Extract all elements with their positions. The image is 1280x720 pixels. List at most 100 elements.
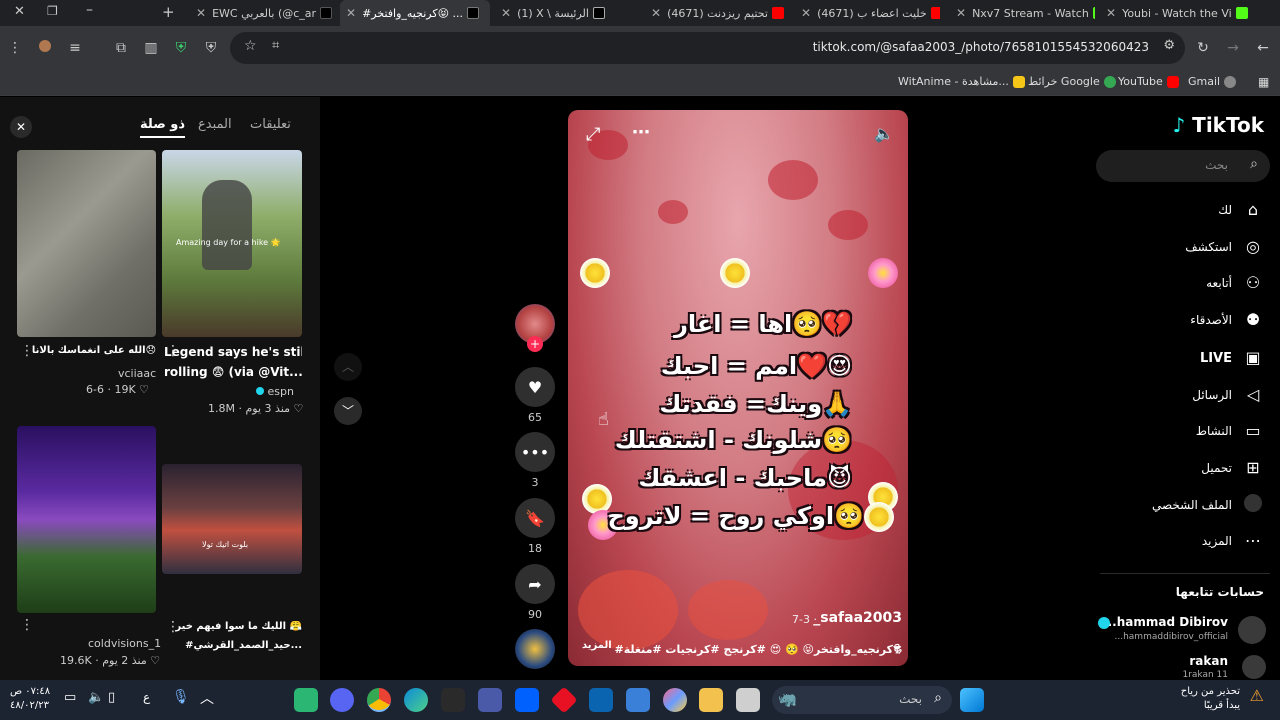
following-account[interactable]: rakan 1rakan 11 — [1090, 652, 1276, 680]
tab-kick-2[interactable]: ✕ Youbi - Watch the Vi — [1100, 0, 1250, 26]
tab-creator[interactable]: المبدع — [198, 117, 232, 132]
epic-games-icon[interactable] — [441, 688, 465, 712]
nav-activity[interactable]: النشاط ▭ — [1196, 420, 1264, 442]
close-tab-icon[interactable]: ✕ — [1106, 6, 1116, 20]
apps-icon[interactable]: ▦ — [1258, 75, 1269, 89]
more-dots-icon[interactable]: ⋯ — [632, 122, 650, 143]
extension-icon[interactable]: ≡ — [66, 39, 84, 57]
video-author[interactable]: vciiaac — [118, 367, 156, 380]
store-icon[interactable] — [626, 688, 650, 712]
menu-dots-icon[interactable]: ⋮ — [6, 39, 24, 57]
language-indicator[interactable]: ع — [143, 690, 150, 704]
back-icon[interactable]: ← — [1254, 39, 1272, 57]
nav-more[interactable]: المزيد ⋯ — [1202, 530, 1264, 552]
copilot-icon[interactable] — [663, 688, 687, 712]
video-caption[interactable]: الليك ما سوا فيهم خير 😤 — [164, 621, 302, 632]
video-caption[interactable]: #حيد_الصمد_القرشي... — [164, 640, 302, 651]
tab-youtube-2[interactable]: ✕ (4671) خليت اعضاء ب — [795, 0, 940, 26]
discord-icon[interactable] — [330, 688, 354, 712]
tab-kick-1[interactable]: ✕ Nxv7 Stream - Watch — [950, 0, 1095, 26]
app-icon[interactable] — [736, 688, 760, 712]
save-button[interactable]: 🔖 18 — [515, 498, 555, 555]
comment-icon[interactable]: ••• — [515, 432, 555, 472]
video-thumbnail[interactable] — [17, 426, 156, 613]
close-tab-icon[interactable]: ✕ — [801, 6, 811, 20]
windows-start-icon[interactable] — [960, 688, 984, 712]
microphone-icon[interactable]: 🎙 — [172, 689, 190, 705]
video-caption[interactable]: Legend says he's still — [164, 345, 302, 359]
taskbar-search-input[interactable]: 🦏 بحث ⌕ — [772, 686, 952, 714]
close-tab-icon[interactable]: ✕ — [346, 6, 356, 20]
clock[interactable]: ٠٧:٤٨ ص ٤٨/٠٢/٢٣ — [10, 685, 50, 713]
video-thumbnail[interactable]: Amazing day for a hike 🌟 — [162, 150, 302, 337]
search-icon[interactable]: ⌕ — [934, 690, 942, 706]
battery-icon[interactable]: ▭ — [64, 690, 76, 705]
close-icon[interactable]: ✕ — [10, 116, 32, 138]
video-caption[interactable]: rolling 😨 (via @Vit... — [164, 365, 302, 379]
tab-comments[interactable]: تعليقات — [250, 117, 291, 132]
more-link[interactable]: المزيد — [582, 640, 612, 651]
bookmark-icon[interactable]: 🔖 — [515, 498, 555, 538]
follow-plus-icon[interactable]: + — [527, 336, 543, 352]
more-options-icon[interactable]: ⋮ — [20, 617, 34, 633]
profile-icon[interactable] — [36, 39, 54, 57]
nav-live[interactable]: LIVE ▣ — [1200, 347, 1264, 369]
dropbox-icon[interactable] — [515, 688, 539, 712]
shield-icon[interactable]: ⛨ — [172, 39, 190, 57]
comment-button[interactable]: ••• 3 — [515, 432, 555, 489]
tiktok-logo[interactable]: ♪ TikTok — [1172, 113, 1264, 137]
close-tab-icon[interactable]: ✕ — [651, 6, 661, 20]
share-icon[interactable]: ➦ — [515, 564, 555, 604]
bookmark-gmail[interactable]: Gmail — [1188, 75, 1237, 88]
video-author[interactable]: coldvisions_1 — [88, 637, 161, 650]
file-explorer-icon[interactable] — [699, 688, 723, 712]
expand-icon[interactable]: ⤢ — [586, 124, 600, 145]
more-options-icon[interactable]: ⋮ — [166, 619, 180, 635]
nav-explore[interactable]: استكشف ◎ — [1185, 236, 1264, 258]
more-options-icon[interactable]: ⋮ — [166, 343, 180, 359]
video-caption[interactable]: الله على انغماسك بالانا😞 — [18, 345, 156, 356]
video-thumbnail[interactable]: بلوت اتيك تولا — [162, 464, 302, 574]
tab-ewc[interactable]: ✕ EWC بالعربي (@c_ar — [190, 0, 335, 26]
following-account[interactable]: ...hammad Dibirov ...hammaddibirov_offic… — [1090, 613, 1276, 645]
translate-icon[interactable]: ⌗ — [272, 38, 279, 53]
app-icon[interactable] — [478, 688, 502, 712]
heart-icon[interactable]: ♥ — [515, 367, 555, 407]
post-hashtags[interactable]: #كرنجيه_وافتخر😝 🥺 😍 #كرنجج #كرنجيات #منغ… — [614, 638, 902, 660]
outlook-icon[interactable] — [589, 688, 613, 712]
search-input[interactable]: ⌕ بحث — [1096, 150, 1270, 182]
tab-youtube-1[interactable]: ✕ (4671) تحتيم ريزدنت — [645, 0, 790, 26]
edge-icon[interactable] — [404, 688, 428, 712]
bookmark-youtube[interactable]: YouTube — [1118, 75, 1179, 88]
nav-friends[interactable]: الأصدقاء ⚉ — [1190, 309, 1264, 331]
tab-x[interactable]: ✕ (1) X \ الرئيسة — [495, 0, 635, 26]
site-settings-icon[interactable]: ⚙ — [1163, 38, 1175, 53]
creator-avatar[interactable]: + — [515, 304, 555, 352]
previous-video-button[interactable]: ︿ — [334, 353, 362, 381]
bookmark-witanime[interactable]: WitAnime - مشاهدة... — [898, 75, 1025, 88]
restore-window-icon[interactable]: ❐ — [47, 4, 58, 18]
url-text[interactable]: tiktok.com/@safaa2003_/photo/76581015545… — [813, 40, 1149, 54]
nav-messages[interactable]: الرسائل ◁ — [1192, 384, 1264, 406]
chrome-icon[interactable] — [367, 688, 391, 712]
phone-link-icon[interactable] — [294, 688, 318, 712]
nav-profile[interactable]: الملف الشخصي — [1152, 494, 1264, 516]
photo-post[interactable]: ⤢ ⋯ 🔈 اها = اغار🥺💔 امم = احبك❤️😍 وينك= ف… — [568, 110, 908, 666]
omnibox[interactable]: ☆ ⌗ tiktok.com/@safaa2003_/photo/7658101… — [230, 32, 1185, 64]
volume-icon[interactable]: 🔈 — [88, 690, 104, 705]
app-icon[interactable] — [550, 686, 578, 714]
video-thumbnail[interactable] — [17, 150, 156, 337]
close-window-icon[interactable]: ✕ — [14, 4, 25, 19]
share-button[interactable]: ➦ 90 — [515, 564, 555, 621]
reload-icon[interactable]: ↻ — [1194, 39, 1212, 57]
tab-tiktok-active[interactable]: ✕ #كرنجيه_وافتخر😝 ... — [340, 0, 490, 26]
video-author[interactable]: espn — [256, 385, 294, 398]
star-icon[interactable]: ☆ — [244, 38, 257, 54]
nav-upload[interactable]: تحميل ⊞ — [1201, 457, 1264, 479]
tab-related[interactable]: ذو صلة — [140, 117, 186, 138]
close-tab-icon[interactable]: ✕ — [956, 6, 966, 20]
nav-following[interactable]: أتابعه ⚇ — [1206, 272, 1264, 294]
new-tab-icon[interactable]: + — [162, 3, 175, 21]
like-button[interactable]: ♥ 65 — [515, 367, 555, 424]
shield-icon[interactable]: ⛨ — [202, 39, 220, 57]
